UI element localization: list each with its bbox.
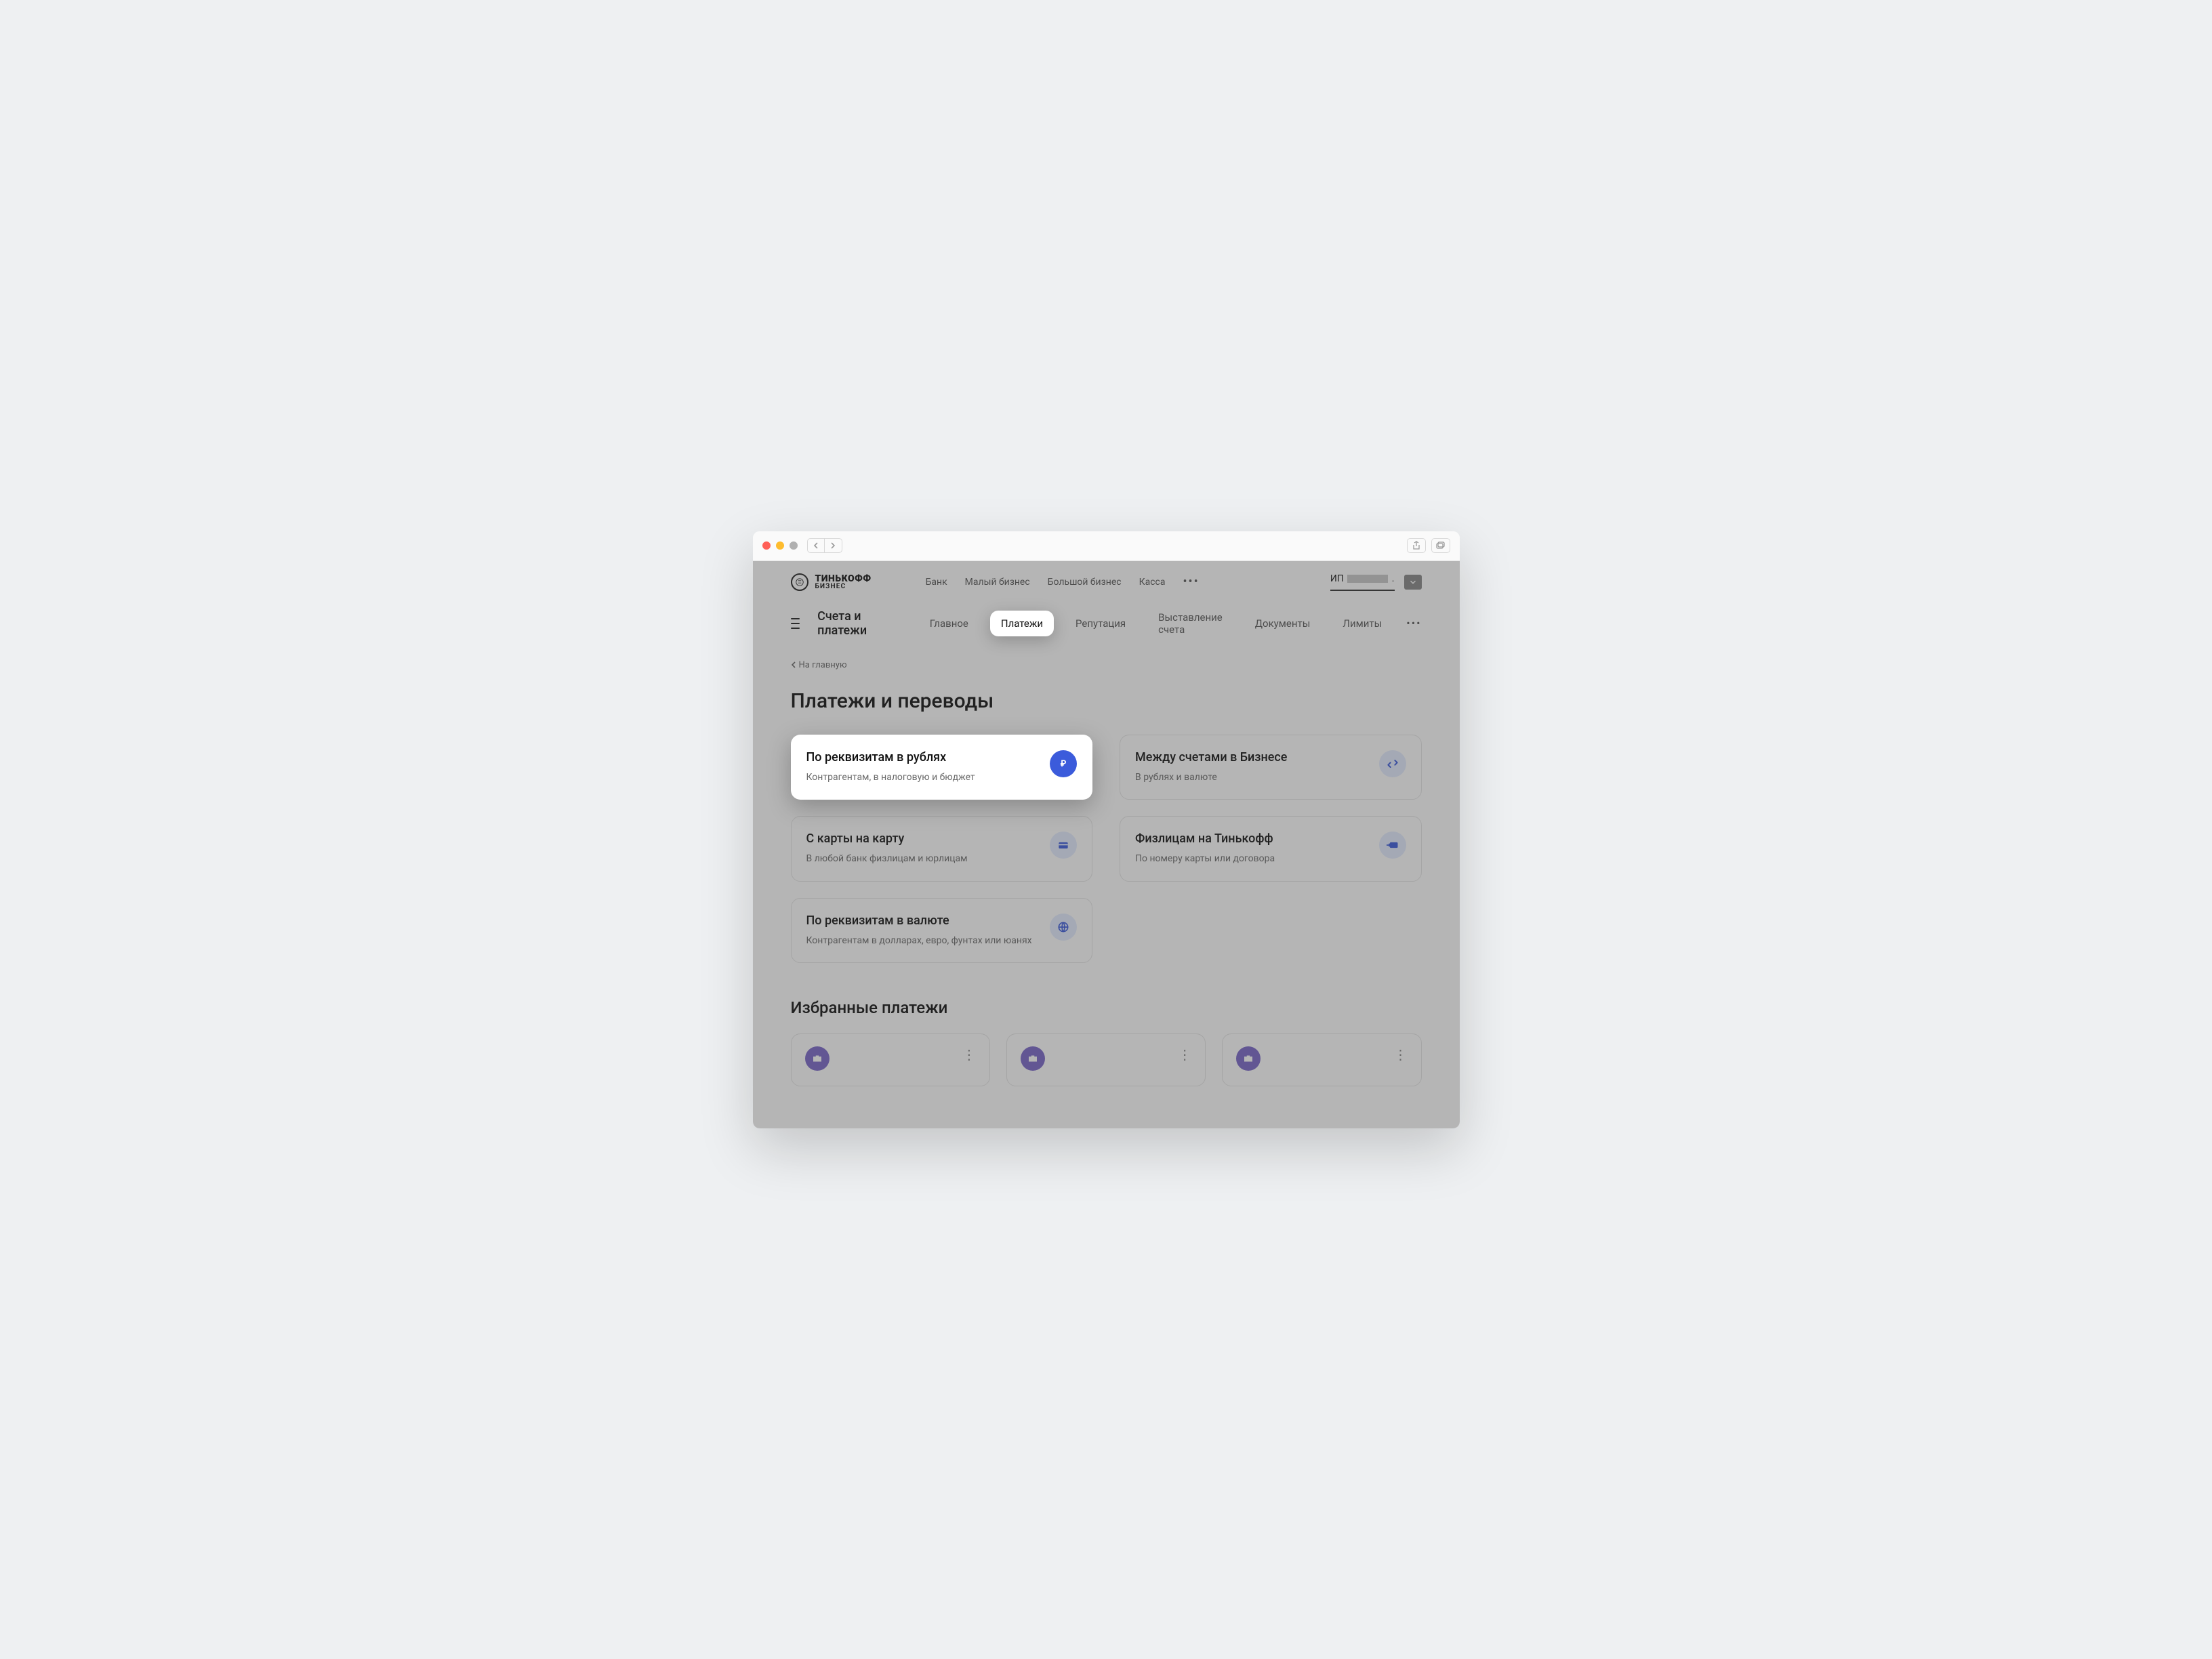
tab-reputation[interactable]: Репутация: [1067, 612, 1134, 635]
nav-buttons: [807, 538, 842, 553]
viewport: ТИНЬКОФФ БИЗНЕС Банк Малый бизнес Большо…: [753, 561, 1460, 1128]
card-subtitle: Контрагентам, в налоговую и бюджет: [806, 771, 975, 785]
card-between-accounts[interactable]: Между счетами в Бизнесе В рублях и валют…: [1120, 735, 1422, 800]
tab-main[interactable]: Главное: [922, 612, 977, 635]
forward-button[interactable]: [825, 538, 842, 553]
tab-payments-label: Платежи: [1001, 617, 1043, 630]
user-name: ИП .: [1330, 573, 1395, 591]
cards-grid: По реквизитам в рублях Контрагентам, в н…: [753, 718, 1460, 964]
more-icon[interactable]: ⋮: [1394, 1046, 1408, 1063]
card-title: По реквизитам в рублях: [806, 750, 975, 764]
share-button[interactable]: [1407, 538, 1426, 553]
topbar: ТИНЬКОФФ БИЗНЕС Банк Малый бизнес Большо…: [753, 561, 1460, 598]
brand-seal-icon: [791, 573, 808, 591]
top-menu-item[interactable]: Банк: [926, 577, 947, 588]
back-link[interactable]: На главную: [791, 660, 1422, 670]
card-icon: [1050, 832, 1077, 859]
menu-burger-icon[interactable]: [791, 618, 800, 629]
tab-row: Счета и платежи Главное Платежи Репутаци…: [753, 598, 1460, 641]
card-title: По реквизитам в валюте: [806, 914, 1032, 928]
card-title: Физлицам на Тинькофф: [1135, 832, 1275, 846]
tabs-more-icon[interactable]: •••: [1406, 617, 1421, 630]
card-subtitle: В любой банк физлицам и юрлицам: [806, 853, 968, 866]
card-title: С карты на карту: [806, 832, 968, 846]
traffic-lights: [762, 541, 798, 550]
card-subtitle: Контрагентам в долларах, евро, фунтах ил…: [806, 935, 1032, 948]
briefcase-icon: [1021, 1046, 1045, 1071]
brand-title: ТИНЬКОФФ: [815, 574, 872, 583]
tab-invoice[interactable]: Выставление счета: [1150, 606, 1231, 641]
maximize-window-icon[interactable]: [790, 541, 798, 550]
top-menu-item[interactable]: Касса: [1139, 577, 1166, 588]
section-title: Счета и платежи: [817, 609, 877, 638]
tab-limits[interactable]: Лимиты: [1334, 612, 1390, 635]
user-area[interactable]: ИП .: [1330, 573, 1422, 591]
tabs-button[interactable]: [1431, 538, 1450, 553]
top-menu: Банк Малый бизнес Большой бизнес Касса •…: [926, 575, 1303, 589]
card-card-to-card[interactable]: С карты на карту В любой банк физлицам и…: [791, 816, 1093, 882]
favorites-row: ⋮ ⋮ ⋮: [753, 1023, 1460, 1086]
chevron-left-icon: [791, 661, 796, 668]
titlebar: [753, 531, 1460, 561]
card-individuals[interactable]: Физлицам на Тинькофф По номеру карты или…: [1120, 816, 1422, 882]
top-menu-more-icon[interactable]: •••: [1183, 575, 1199, 589]
svg-text:₽: ₽: [1061, 759, 1067, 769]
card-subtitle: По номеру карты или договора: [1135, 853, 1275, 866]
favorites-title: Избранные платежи: [753, 963, 1460, 1023]
favorite-card[interactable]: ⋮: [1222, 1033, 1421, 1086]
favorite-card[interactable]: ⋮: [1006, 1033, 1206, 1086]
tab-payments[interactable]: Платежи: [990, 611, 1054, 636]
user-prefix: ИП: [1330, 573, 1344, 584]
back-button[interactable]: [807, 538, 825, 553]
back-link-label: На главную: [799, 660, 847, 670]
favorite-card[interactable]: ⋮: [791, 1033, 990, 1086]
card-in-icon: [1379, 832, 1406, 859]
top-menu-item[interactable]: Большой бизнес: [1048, 577, 1122, 588]
more-icon[interactable]: ⋮: [962, 1046, 976, 1063]
tab-documents[interactable]: Документы: [1247, 612, 1319, 635]
user-dropdown-icon[interactable]: [1404, 575, 1422, 590]
globe-icon: [1050, 914, 1077, 941]
page-title: Платежи и переводы: [753, 670, 1460, 718]
briefcase-icon: [805, 1046, 830, 1071]
close-window-icon[interactable]: [762, 541, 771, 550]
more-icon[interactable]: ⋮: [1178, 1046, 1191, 1063]
card-currency[interactable]: По реквизитам в валюте Контрагентам в до…: [791, 898, 1093, 964]
brand-logo[interactable]: ТИНЬКОФФ БИЗНЕС: [791, 573, 872, 591]
user-suffix: .: [1392, 573, 1395, 584]
minimize-window-icon[interactable]: [776, 541, 784, 550]
browser-window: ТИНЬКОФФ БИЗНЕС Банк Малый бизнес Большо…: [753, 531, 1460, 1128]
user-name-masked: [1347, 575, 1388, 583]
ruble-icon: ₽: [1050, 750, 1077, 777]
card-subtitle: В рублях и валюте: [1135, 771, 1287, 785]
card-payment-rub[interactable]: По реквизитам в рублях Контрагентам, в н…: [791, 735, 1093, 800]
transfer-icon: [1379, 750, 1406, 777]
top-menu-item[interactable]: Малый бизнес: [965, 577, 1030, 588]
briefcase-icon: [1236, 1046, 1261, 1071]
card-title: Между счетами в Бизнесе: [1135, 750, 1287, 764]
brand-subtitle: БИЗНЕС: [815, 583, 872, 590]
